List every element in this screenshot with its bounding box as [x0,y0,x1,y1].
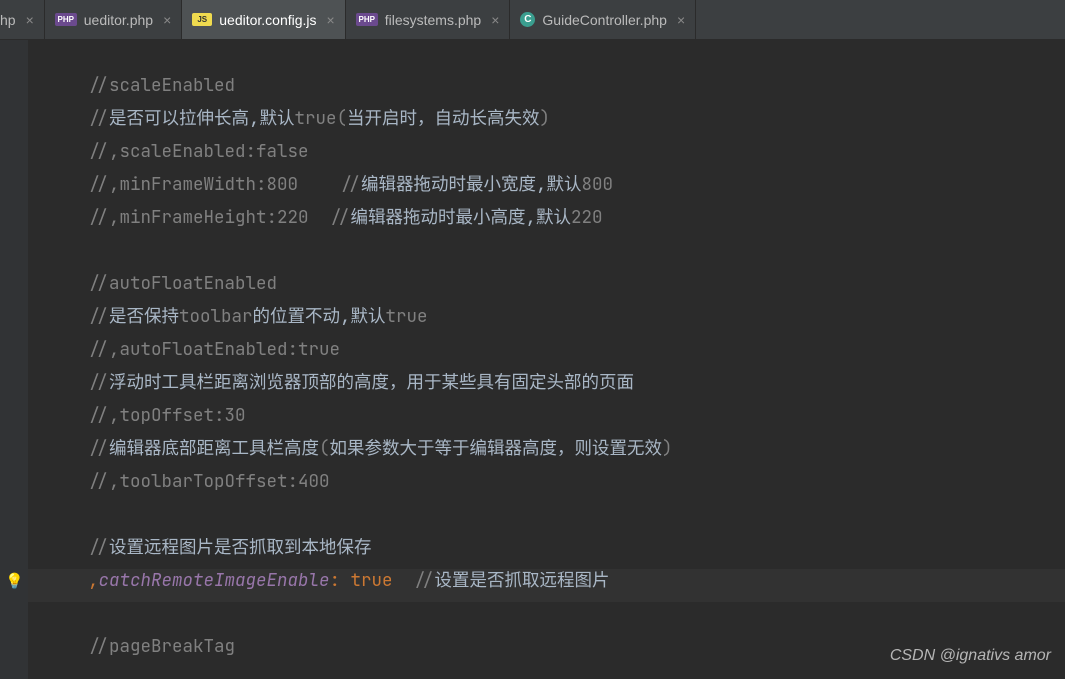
lightbulb-icon[interactable]: 💡 [5,571,24,591]
code-text: //,minFrameWidth:800 // [88,173,361,196]
code-text: // [393,569,435,592]
tab-guidecontroller-php[interactable]: C GuideController.php × [510,0,696,39]
tab-label: GuideController.php [542,12,667,28]
editor-area: 💡 //scaleEnabled //是否可以拉伸长高,默认true(当开启时，… [0,40,1065,679]
code-text: 编辑器拖动时最小宽度,默认 [361,173,582,196]
tab-ueditor-config-js[interactable]: JS ueditor.config.js × [182,0,345,39]
watermark: CSDN @ignativs amor [890,647,1051,665]
code-text: // [88,371,109,394]
tab-bar: hp × PHP ueditor.php × JS ueditor.config… [0,0,1065,40]
code-text: ) [540,107,551,130]
tab-label: ueditor.php [84,12,153,28]
code-text: toolbar [179,305,253,328]
tab-partial[interactable]: hp × [0,0,45,39]
code-text: 是否可以拉伸长高,默认 [109,107,295,130]
close-icon[interactable]: × [674,12,685,28]
tab-label: ueditor.config.js [219,12,316,28]
js-icon: JS [192,13,212,26]
code-text: , [88,569,99,592]
code-text: //,autoFloatEnabled:true [88,338,340,361]
code-text: 800 [582,173,614,196]
code-text: : [330,569,351,592]
class-icon: C [520,12,535,27]
code-text: // [88,305,109,328]
code-text: true [386,305,428,328]
tab-ueditor-php[interactable]: PHP ueditor.php × [45,0,182,39]
code-text: //,minFrameHeight:220 // [88,206,351,229]
code-text: //,scaleEnabled:false [88,140,309,163]
code-text: 设置远程图片是否抓取到本地保存 [109,536,372,559]
code-text: // [88,536,109,559]
tab-label: filesystems.php [385,12,481,28]
gutter: 💡 [0,40,28,679]
code-text: // [88,107,109,130]
code-text: true [351,569,393,592]
code-text: 浮动时工具栏距离浏览器顶部的高度，用于某些具有固定头部的页面 [109,371,634,394]
code-text: //autoFloatEnabled [88,272,277,295]
code-text: 编辑器底部距离工具栏高度 [109,437,319,460]
code-text: 的位置不动,默认 [253,305,386,328]
code-text: 当开启时，自动长高失效 [347,107,540,130]
code-text: //scaleEnabled [88,74,235,97]
code-text: //,topOffset:30 [88,404,246,427]
close-icon[interactable]: × [324,12,335,28]
php-icon: PHP [55,13,77,26]
code-editor[interactable]: //scaleEnabled //是否可以拉伸长高,默认true(当开启时，自动… [28,40,1065,679]
code-text: 如果参数大于等于编辑器高度，则设置无效 [330,437,663,460]
close-icon[interactable]: × [160,12,171,28]
code-text: catchRemoteImageEnable [99,569,330,592]
code-text: 设置是否抓取远程图片 [435,569,610,592]
code-text: //,toolbarTopOffset:400 [88,470,330,493]
tab-filesystems-php[interactable]: PHP filesystems.php × [346,0,511,39]
code-text: 是否保持 [109,305,179,328]
code-text: ( [319,437,330,460]
code-text: 编辑器拖动时最小高度,默认 [351,206,572,229]
code-text: 220 [571,206,603,229]
close-icon[interactable]: × [23,12,34,28]
code-text: // [88,437,109,460]
code-text: ) [662,437,673,460]
tab-label: hp [0,12,16,28]
code-text: //pageBreakTag [88,635,235,658]
code-text: true( [295,107,348,130]
close-icon[interactable]: × [488,12,499,28]
php-icon: PHP [356,13,378,26]
